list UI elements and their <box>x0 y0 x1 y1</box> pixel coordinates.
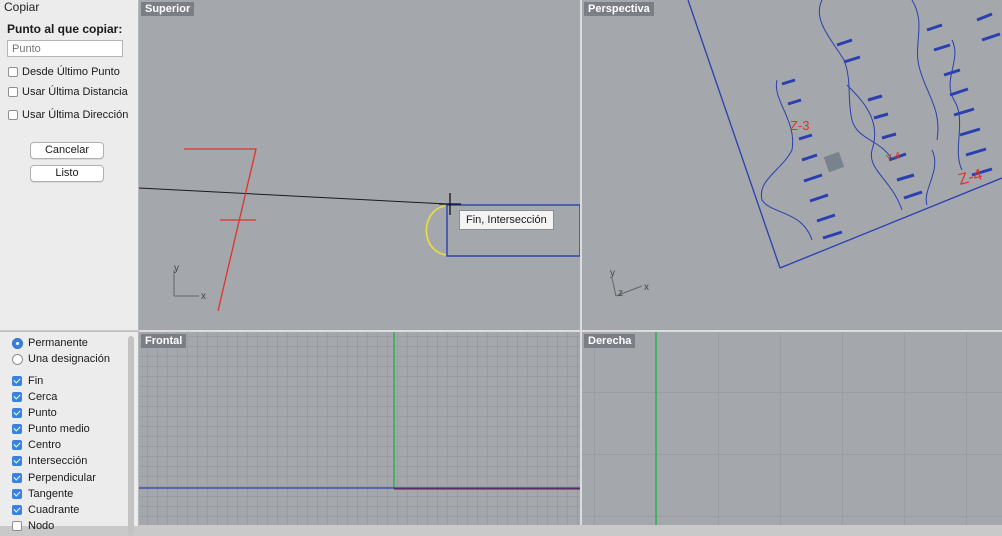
snap-quadrant[interactable]: Cuadrante <box>12 504 79 516</box>
viewport-title-front[interactable]: Frontal <box>141 334 187 348</box>
snap-center[interactable]: Centro <box>12 439 61 451</box>
radio-label: Permanente <box>28 337 88 349</box>
top-view-canvas: y x <box>139 148 580 312</box>
label-z3: Z-3 <box>790 118 810 133</box>
panel-edge-bottom <box>779 177 1002 269</box>
viewport-separator-vertical[interactable] <box>580 0 582 525</box>
viewport-title-right[interactable]: Derecha <box>584 334 636 348</box>
right-view-canvas <box>655 332 657 525</box>
snap-checkbox[interactable] <box>12 376 22 386</box>
profile-curve-4 <box>846 84 903 211</box>
reference-line <box>139 187 448 205</box>
option-label: Usar Última Dirección <box>22 109 129 121</box>
snap-label: Punto <box>28 407 57 419</box>
viewport-front[interactable]: Frontal <box>139 332 580 525</box>
snap-checkbox[interactable] <box>12 392 22 402</box>
option-label: Usar Última Distancia <box>22 86 128 98</box>
profile-curve-5 <box>925 149 936 206</box>
radio-dot[interactable] <box>12 353 23 365</box>
perspective-canvas: Z-3 Y-4 Z-4 y x z <box>610 0 1002 299</box>
label-z4: Z-4 <box>957 166 985 189</box>
axis-y-line <box>611 277 617 297</box>
profile-curve-6 <box>949 39 963 171</box>
radio-one-pick[interactable]: Una designación <box>12 353 110 365</box>
crosshair-cursor <box>439 193 461 215</box>
tick-marks <box>781 12 1001 240</box>
snap-intersection[interactable]: Intersección <box>12 455 87 467</box>
snap-checkbox[interactable] <box>12 408 22 418</box>
snap-label: Intersección <box>28 455 88 467</box>
viewport-perspective[interactable]: Z-3 Y-4 Z-4 y x z Perspectiva <box>582 0 1002 330</box>
snap-checkbox[interactable] <box>12 489 22 499</box>
done-button[interactable]: Listo <box>30 165 104 182</box>
snap-near[interactable]: Cerca <box>12 391 57 403</box>
snap-tangent[interactable]: Tangente <box>12 488 73 500</box>
option-checkbox[interactable] <box>8 87 18 97</box>
profile-curve-1 <box>818 0 893 161</box>
radio-permanent[interactable]: Permanente <box>12 337 88 349</box>
option-from-last-point[interactable]: Desde Último Punto <box>8 66 120 78</box>
option-label: Desde Último Punto <box>22 66 120 78</box>
radio-label: Una designación <box>28 353 110 365</box>
axis-y-label: y <box>174 263 179 274</box>
axis-x-label: x <box>201 291 206 302</box>
viewport-title-perspective[interactable]: Perspectiva <box>584 2 654 16</box>
profile-curve-2 <box>911 0 939 141</box>
panel-edge-left <box>687 0 781 269</box>
snap-checkbox[interactable] <box>12 473 22 483</box>
snap-checkbox[interactable] <box>12 456 22 466</box>
viewport-separator-horizontal[interactable] <box>139 330 1002 332</box>
front-view-canvas <box>139 332 580 490</box>
snap-label: Punto medio <box>28 423 90 435</box>
snap-label: Cerca <box>28 391 58 403</box>
snap-label: Tangente <box>28 488 74 500</box>
osnap-scrollbar[interactable] <box>128 336 134 536</box>
snap-point[interactable]: Punto <box>12 407 57 419</box>
snap-checkbox[interactable] <box>12 440 22 450</box>
axis-x-label: x <box>644 282 649 293</box>
selected-arc <box>425 205 447 256</box>
radio-dot[interactable] <box>12 337 23 349</box>
snap-label: Nodo <box>28 520 55 532</box>
viewport-title-top[interactable]: Superior <box>141 2 195 16</box>
snap-checkbox[interactable] <box>12 424 22 434</box>
snap-midpoint[interactable]: Punto medio <box>12 423 90 435</box>
snap-end[interactable]: Fin <box>12 375 43 387</box>
snap-checkbox[interactable] <box>12 521 22 531</box>
snap-node[interactable]: Nodo <box>12 520 54 532</box>
snap-label: Cuadrante <box>28 504 80 516</box>
snap-label: Centro <box>28 439 62 451</box>
snap-label: Perpendicular <box>28 472 96 484</box>
axis-y-label: y <box>610 268 615 279</box>
viewport-right[interactable]: Derecha <box>582 332 1002 525</box>
snap-checkbox[interactable] <box>12 505 22 515</box>
selection-marker <box>823 151 845 173</box>
cancel-button[interactable]: Cancelar <box>30 142 104 159</box>
command-panel: Copiar Punto al que copiar: Desde Último… <box>0 0 139 330</box>
option-checkbox[interactable] <box>8 67 18 77</box>
option-use-last-distance[interactable]: Usar Última Distancia <box>8 86 128 98</box>
viewport-top[interactable]: y x Superior <box>139 0 580 330</box>
osnap-panel: Permanente Una designación Fin Cerca Pun… <box>0 331 139 536</box>
sketch-seven <box>184 148 257 312</box>
option-use-last-direction[interactable]: Usar Última Dirección <box>8 109 128 121</box>
snap-perpendicular[interactable]: Perpendicular <box>12 472 96 484</box>
command-title: Copiar <box>4 0 40 14</box>
snap-label: Fin <box>28 375 44 387</box>
osnap-tooltip: Fin, Intersección <box>459 210 554 230</box>
axis-z-label: z <box>618 288 623 299</box>
point-input[interactable] <box>7 40 123 57</box>
option-checkbox[interactable] <box>8 110 18 120</box>
command-prompt: Punto al que copiar: <box>7 22 123 36</box>
